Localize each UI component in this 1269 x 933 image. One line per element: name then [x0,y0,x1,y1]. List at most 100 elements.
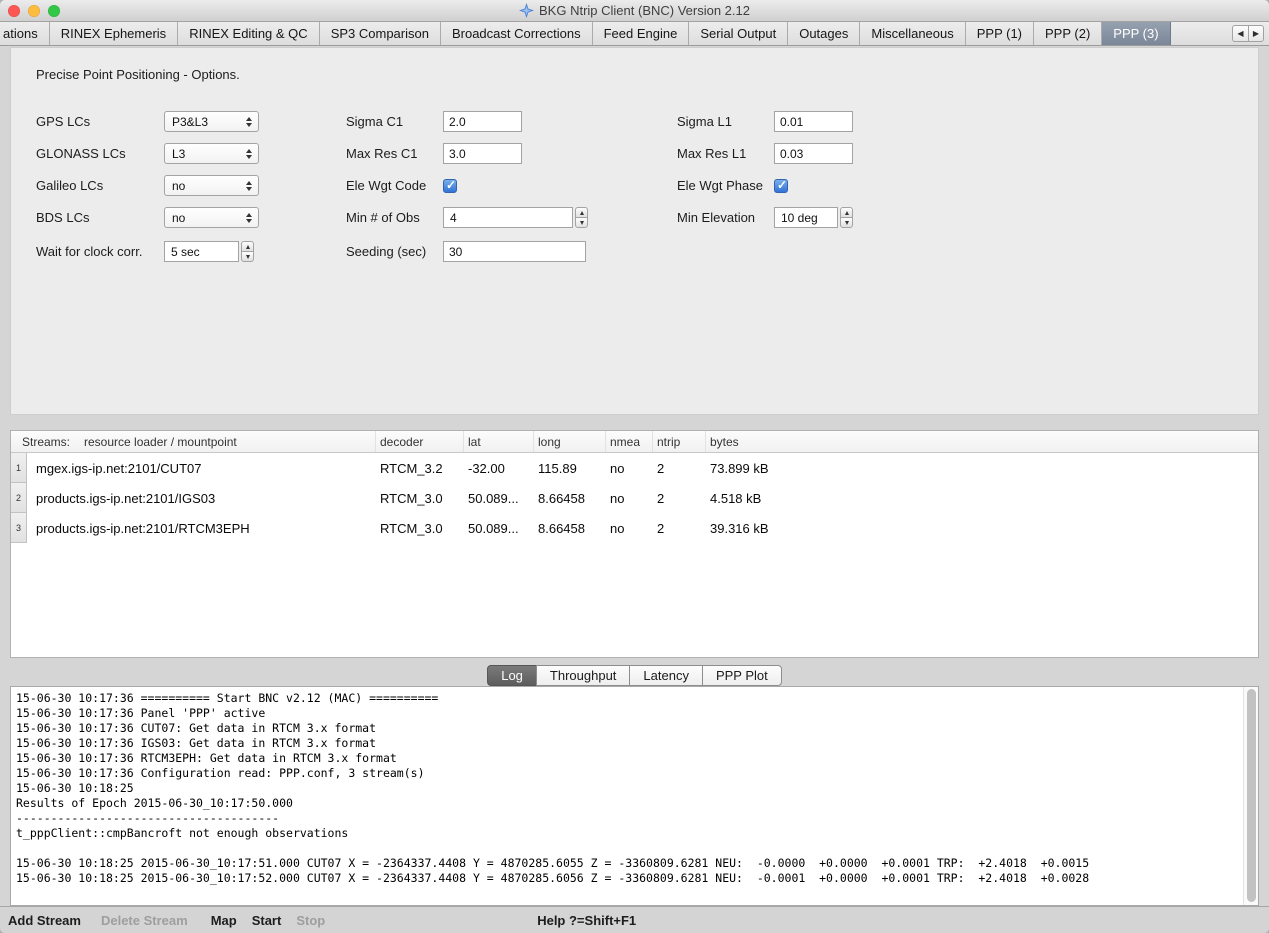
stepper-icon[interactable] [840,207,853,228]
tab-broadcast-corrections[interactable]: Broadcast Corrections [441,22,593,45]
header-mountpoint: Streams: resource loader / mountpoint [11,431,376,452]
zoom-button[interactable] [48,5,60,17]
log-line: 15-06-30 10:17:36 Panel 'PPP' active [16,706,1240,721]
tab-rinex-editing-qc[interactable]: RINEX Editing & QC [178,22,320,45]
stream-bytes: 39.316 kB [706,521,1258,536]
max-res-l1-label: Max Res L1 [677,143,746,164]
ele-wgt-phase-label: Ele Wgt Phase [677,175,763,196]
tab-ppp-plot[interactable]: PPP Plot [702,665,782,686]
row-number[interactable]: 3 [11,513,27,543]
bottom-tab-bar: Log Throughput Latency PPP Plot [0,665,1269,686]
streams-table-header: Streams: resource loader / mountpoint de… [11,431,1258,453]
tab-scrollers: ◀ ▶ [1232,22,1269,45]
app-icon [519,3,534,18]
row-number[interactable]: 2 [11,483,27,513]
stream-lat: -32.00 [464,461,534,476]
max-res-c1-input[interactable] [443,143,522,164]
log-line: 15-06-30 10:18:25 [16,781,1240,796]
stream-row[interactable]: 3 products.igs-ip.net:2101/RTCM3EPH RTCM… [11,513,1258,543]
tab-scroll-left-button[interactable]: ◀ [1232,25,1248,42]
glonass-lcs-select[interactable]: L3 [164,143,259,164]
minimize-button[interactable] [28,5,40,17]
stop-button[interactable]: Stop [296,913,325,928]
log-line: 15-06-30 10:17:36 ========== Start BNC v… [16,691,1240,706]
start-button[interactable]: Start [252,913,282,928]
chevron-updown-icon [243,117,258,127]
main-tab-bar: ations RINEX Ephemeris RINEX Editing & Q… [0,22,1269,46]
status-bar: Add Stream Delete Stream Map Start Stop … [0,906,1269,933]
sigma-c1-input[interactable] [443,111,522,132]
panel-heading: Precise Point Positioning - Options. [36,67,240,82]
min-obs-label: Min # of Obs [346,207,420,228]
galileo-lcs-value: no [165,179,243,193]
gps-lcs-select[interactable]: P3&L3 [164,111,259,132]
log-line: 15-06-30 10:17:36 CUT07: Get data in RTC… [16,721,1240,736]
stream-ntrip: 2 [653,491,706,506]
max-res-l1-input[interactable] [774,143,853,164]
tab-ppp-1[interactable]: PPP (1) [966,22,1034,45]
tab-latency[interactable]: Latency [629,665,703,686]
log-line: 15-06-30 10:17:36 RTCM3EPH: Get data in … [16,751,1240,766]
delete-stream-button[interactable]: Delete Stream [101,913,188,928]
max-res-c1-label: Max Res C1 [346,143,418,164]
tab-rinex-observations-partial[interactable]: ations [0,22,50,45]
stream-long: 8.66458 [534,521,606,536]
tab-outages[interactable]: Outages [788,22,860,45]
bds-lcs-value: no [165,211,243,225]
stream-mountpoint: products.igs-ip.net:2101/RTCM3EPH [27,521,376,536]
stream-long: 115.89 [534,461,606,476]
wait-clock-value: 5 sec [164,241,239,262]
bds-lcs-select[interactable]: no [164,207,259,228]
tab-log[interactable]: Log [487,665,537,686]
ele-wgt-code-checkbox[interactable] [443,179,457,193]
tab-throughput[interactable]: Throughput [536,665,631,686]
log-line: 15-06-30 10:18:25 2015-06-30_10:17:52.00… [16,871,1240,886]
log-line: t_pppClient::cmpBancroft not enough obse… [16,826,1240,841]
sigma-l1-input[interactable] [774,111,853,132]
seeding-input[interactable] [443,241,586,262]
stream-row[interactable]: 1 mgex.igs-ip.net:2101/CUT07 RTCM_3.2 -3… [11,453,1258,483]
wait-clock-label: Wait for clock corr. [36,241,142,262]
ele-wgt-code-label: Ele Wgt Code [346,175,426,196]
stepper-icon[interactable] [575,207,588,228]
stream-ntrip: 2 [653,521,706,536]
window-title: BKG Ntrip Client (BNC) Version 2.12 [539,3,750,18]
help-button[interactable]: Help ?=Shift+F1 [537,913,636,928]
tab-ppp-2[interactable]: PPP (2) [1034,22,1102,45]
title-bar: BKG Ntrip Client (BNC) Version 2.12 [0,0,1269,22]
header-bytes: bytes [706,431,1258,452]
map-button[interactable]: Map [211,913,237,928]
tab-miscellaneous[interactable]: Miscellaneous [860,22,965,45]
gps-lcs-label: GPS LCs [36,111,90,132]
stream-bytes: 73.899 kB [706,461,1258,476]
add-stream-button[interactable]: Add Stream [8,913,81,928]
log-scrollbar[interactable] [1243,687,1258,905]
sigma-l1-label: Sigma L1 [677,111,732,132]
min-elevation-spinbox[interactable]: 10 deg [774,207,853,228]
log-output: 15-06-30 10:17:36 ========== Start BNC v… [11,687,1258,886]
close-button[interactable] [8,5,20,17]
stream-nmea: no [606,461,653,476]
tab-ppp-3[interactable]: PPP (3) [1102,22,1170,45]
wait-clock-spinbox[interactable]: 5 sec [164,241,254,262]
row-number[interactable]: 1 [11,453,27,483]
bds-lcs-label: BDS LCs [36,207,89,228]
tab-rinex-ephemeris[interactable]: RINEX Ephemeris [50,22,178,45]
tab-sp3-comparison[interactable]: SP3 Comparison [320,22,441,45]
tab-feed-engine[interactable]: Feed Engine [593,22,690,45]
log-scrollbar-thumb[interactable] [1247,689,1256,902]
log-line: -------------------------------------- [16,811,1240,826]
tab-serial-output[interactable]: Serial Output [689,22,788,45]
stream-long: 8.66458 [534,491,606,506]
glonass-lcs-value: L3 [165,147,243,161]
min-obs-spinbox[interactable]: 4 [443,207,588,228]
streams-table: Streams: resource loader / mountpoint de… [10,430,1259,658]
window-title-area: BKG Ntrip Client (BNC) Version 2.12 [519,3,750,18]
tab-scroll-right-button[interactable]: ▶ [1248,25,1264,42]
ele-wgt-phase-checkbox[interactable] [774,179,788,193]
log-line: Results of Epoch 2015-06-30_10:17:50.000 [16,796,1240,811]
stepper-icon[interactable] [241,241,254,262]
stream-bytes: 4.518 kB [706,491,1258,506]
stream-row[interactable]: 2 products.igs-ip.net:2101/IGS03 RTCM_3.… [11,483,1258,513]
galileo-lcs-select[interactable]: no [164,175,259,196]
